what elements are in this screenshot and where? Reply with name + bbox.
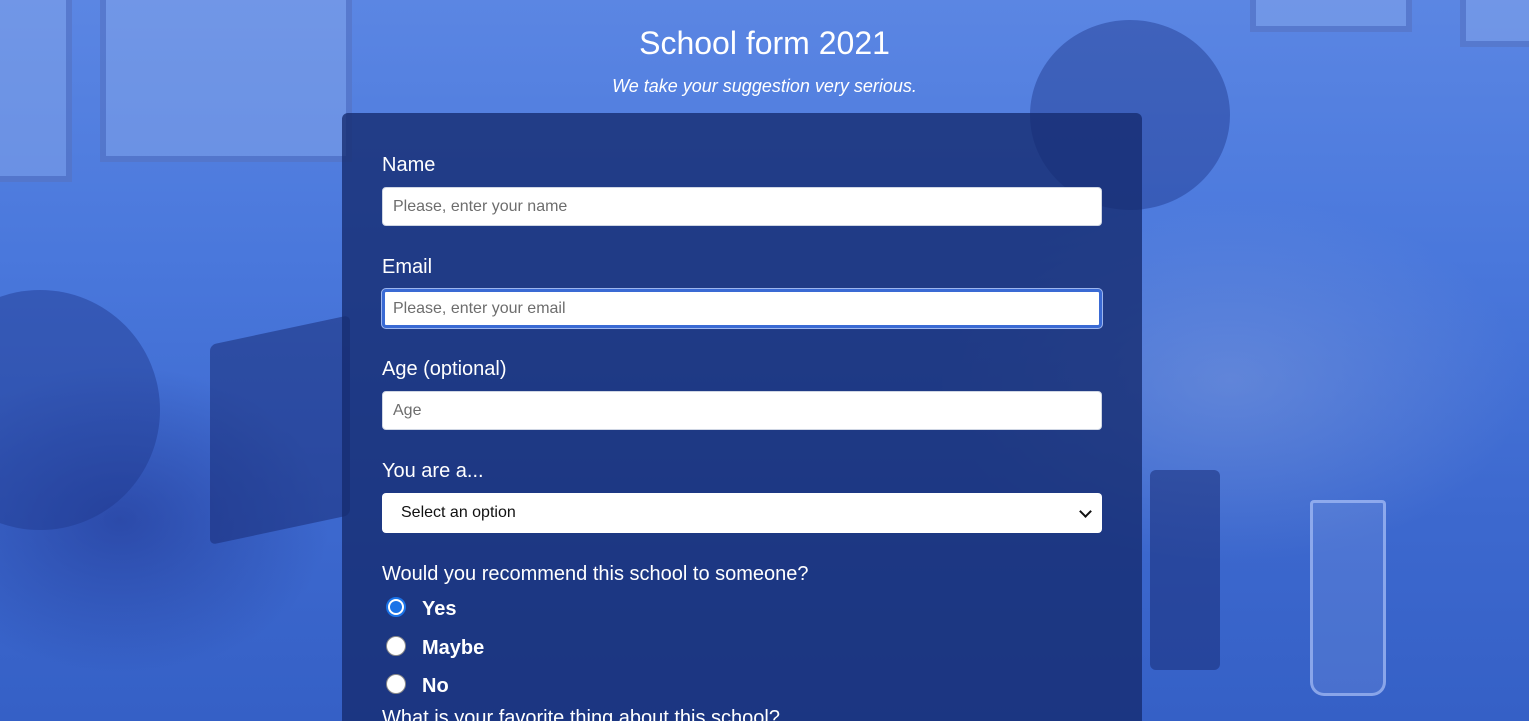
chevron-down-icon	[1079, 505, 1092, 518]
background-laptop	[1150, 470, 1220, 670]
radio-maybe[interactable]	[386, 636, 406, 656]
radio-maybe-label: Maybe	[422, 637, 485, 659]
age-input[interactable]	[382, 391, 1102, 430]
page-subtitle: We take your suggestion very serious.	[612, 76, 917, 96]
favorite-label: What is your favorite thing about this s…	[382, 707, 780, 721]
email-input[interactable]	[382, 289, 1102, 328]
role-dropdown-value: Select an option	[401, 504, 516, 521]
page-title: School form 2021	[639, 25, 890, 61]
role-field-group: You are a... Select an option	[382, 459, 1102, 533]
name-field-group: Name	[382, 153, 1102, 226]
email-label: Email	[382, 256, 433, 278]
name-input[interactable]	[382, 187, 1102, 226]
age-label: Age (optional)	[382, 358, 507, 380]
radio-no-label: No	[422, 675, 449, 697]
role-label: You are a...	[382, 460, 484, 482]
age-field-group: Age (optional)	[382, 357, 1102, 430]
background-person	[0, 290, 160, 530]
role-dropdown[interactable]: Select an option	[382, 493, 1102, 533]
page-header: School form 2021 We take your suggestion…	[0, 24, 1529, 96]
name-label: Name	[382, 154, 436, 176]
recommend-label: Would you recommend this school to someo…	[382, 563, 809, 585]
radio-yes-label: Yes	[422, 598, 457, 620]
email-field-group: Email	[382, 255, 1102, 328]
survey-form: Name Email Age (optional) You are a... S…	[342, 113, 1142, 721]
background-laptop	[210, 315, 350, 545]
radio-no[interactable]	[386, 674, 406, 694]
background-glass	[1310, 500, 1386, 696]
radio-yes[interactable]	[386, 597, 406, 617]
favorite-field-group: What is your favorite thing about this s…	[382, 706, 1102, 721]
recommend-field-group: Would you recommend this school to someo…	[382, 562, 1102, 697]
